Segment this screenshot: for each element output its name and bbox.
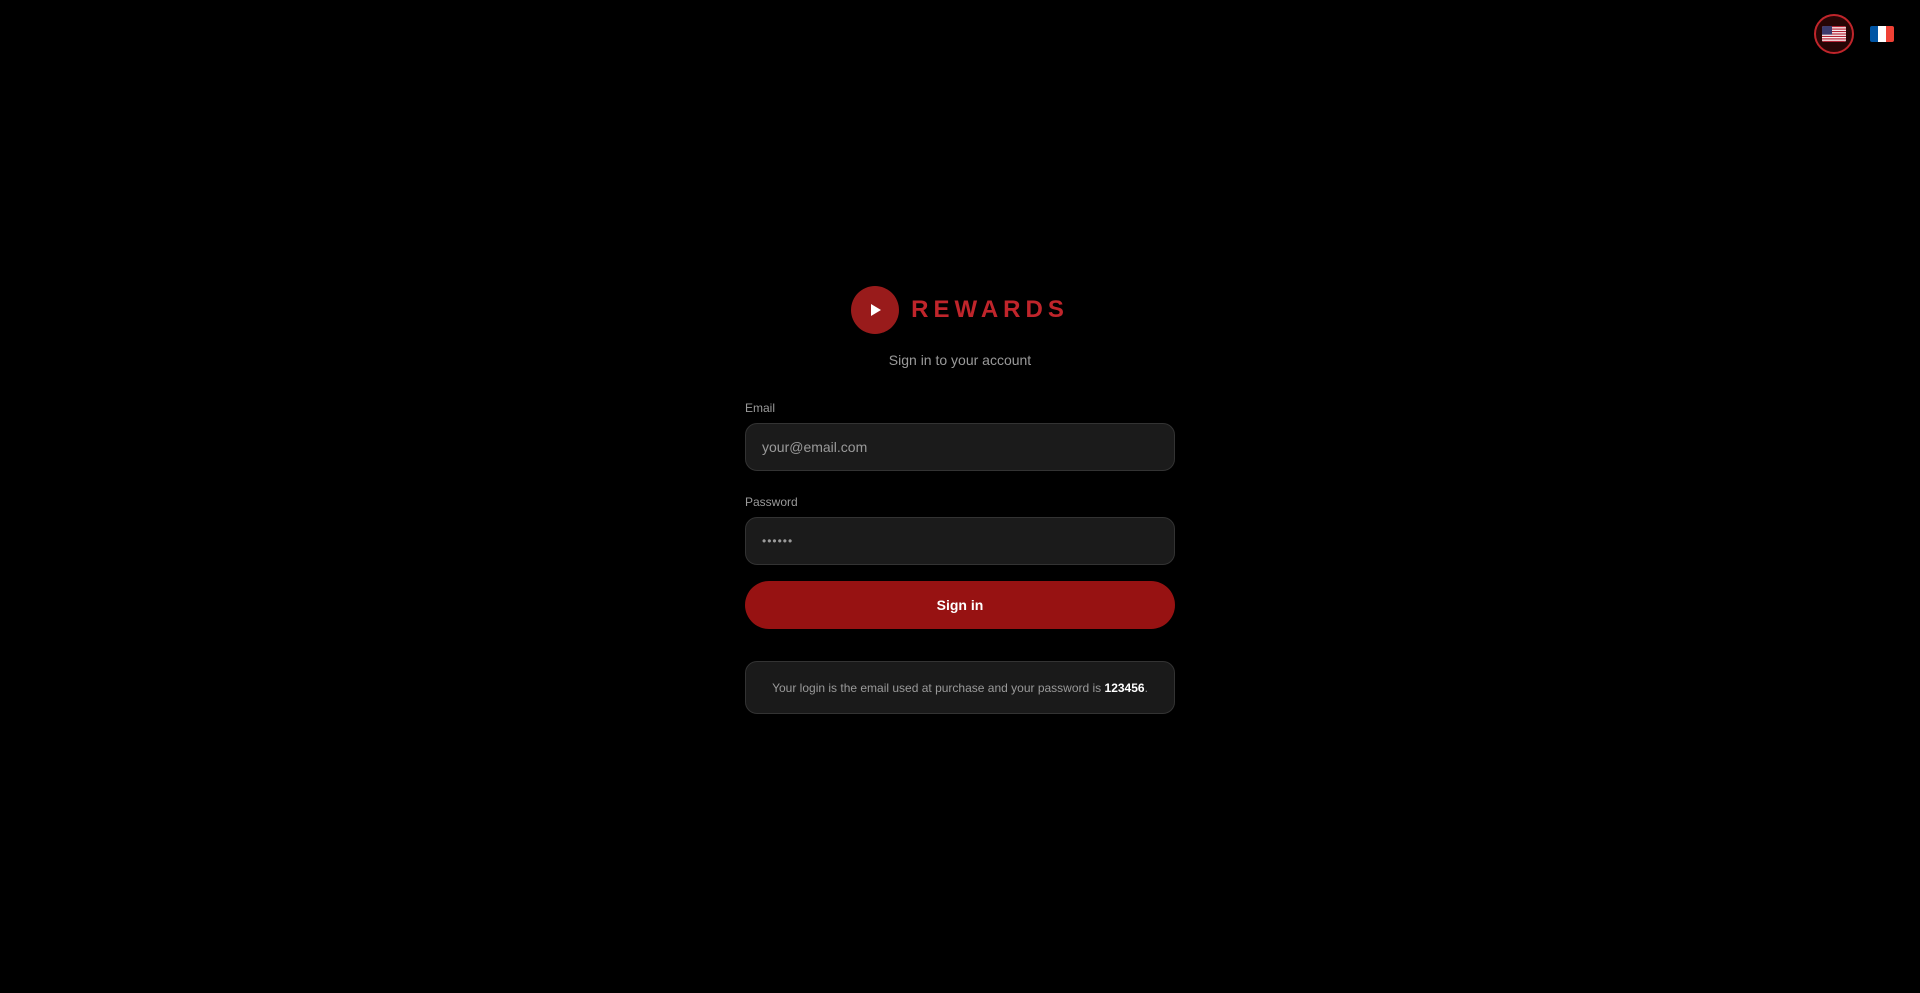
- info-text-end: .: [1144, 680, 1148, 695]
- brand-name: REWARDS: [911, 296, 1069, 323]
- login-form: Email your@email.com Password •••••• Sig…: [745, 401, 1175, 629]
- email-placeholder: your@email.com: [762, 439, 868, 455]
- info-text: Your login is the email used at purchase…: [772, 681, 1148, 695]
- fr-flag-icon: [1870, 26, 1894, 42]
- password-value: ••••••: [762, 534, 794, 548]
- sign-in-button[interactable]: Sign in: [745, 581, 1175, 629]
- page-subtitle: Sign in to your account: [888, 352, 1032, 368]
- us-flag-icon: [1822, 26, 1846, 42]
- login-info-box: Your login is the email used at purchase…: [745, 661, 1175, 714]
- play-icon: [871, 304, 882, 316]
- password-field[interactable]: ••••••: [745, 517, 1175, 565]
- language-fr-button[interactable]: [1862, 14, 1902, 54]
- logo: [851, 286, 900, 334]
- password-label: Password: [745, 495, 798, 509]
- brand: REWARDS: [745, 286, 1175, 334]
- login-card: REWARDS Sign in to your account Email yo…: [745, 286, 1175, 714]
- language-switcher: [1814, 14, 1902, 54]
- info-text-main: Your login is the email used at purchase…: [772, 680, 1105, 695]
- email-field[interactable]: your@email.com: [745, 423, 1175, 471]
- email-label: Email: [745, 401, 776, 415]
- password-hint: 123456: [1104, 680, 1145, 695]
- language-en-button[interactable]: [1814, 14, 1854, 54]
